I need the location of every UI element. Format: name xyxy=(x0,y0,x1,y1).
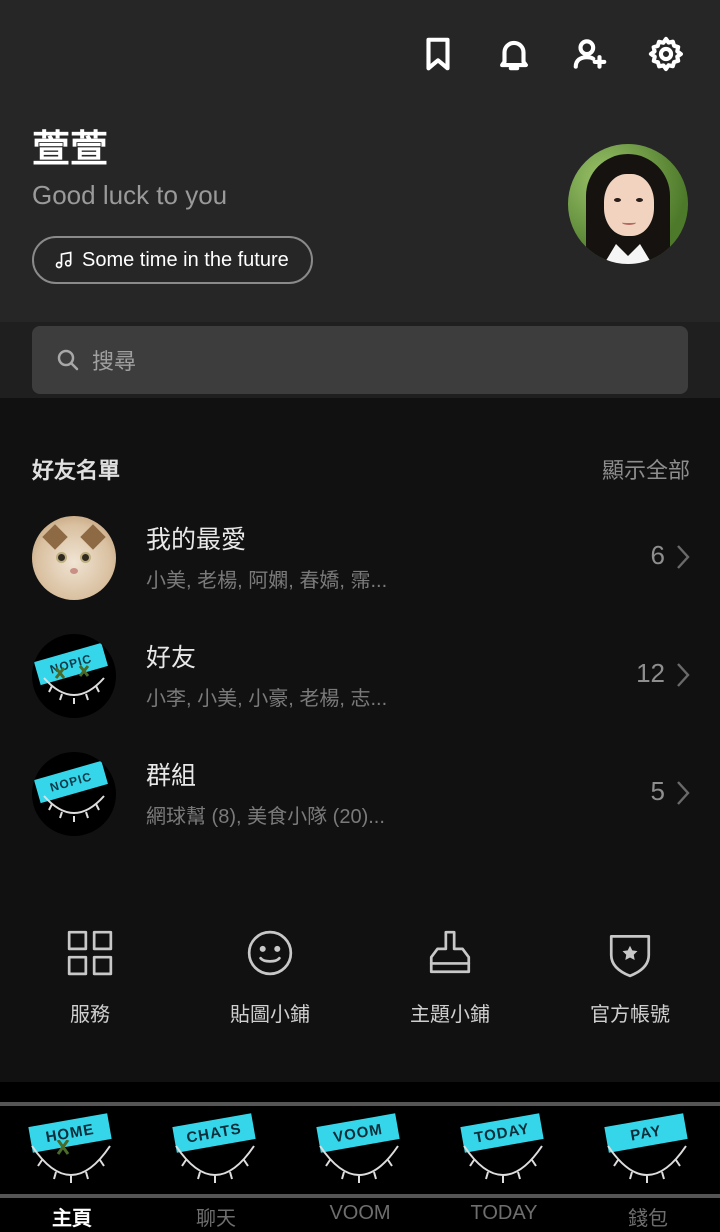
top-toolbar xyxy=(418,32,686,76)
friend-list-groups[interactable]: NOPIC 群組 網球幫 (8), 美食小隊 (20)... 5 xyxy=(0,740,720,850)
bell-icon[interactable] xyxy=(494,32,534,76)
friend-list-favorites[interactable]: 我的最愛 小美, 老楊, 阿嫻, 春嬌, 霈... 6 xyxy=(0,504,720,614)
search-input[interactable]: 搜尋 xyxy=(32,326,688,394)
tab-wallet[interactable]: PAY 錢包 xyxy=(576,1082,720,1232)
tab-home[interactable]: HOME 主頁 xyxy=(0,1082,144,1232)
tab-label: 聊天 xyxy=(196,1208,236,1230)
chevron-right-icon xyxy=(676,544,690,570)
shortcut-label: 貼圖小鋪 xyxy=(230,1004,310,1026)
profile-header: 萱萱 Good luck to you Some time in the fut… xyxy=(0,0,720,322)
shortcut-theme-shop[interactable]: 主題小鋪 xyxy=(360,920,540,1030)
list-count: 5 xyxy=(650,776,665,806)
search-bar: 搜尋 xyxy=(0,322,720,398)
tab-today[interactable]: TODAY TODAY xyxy=(432,1082,576,1232)
friend-list-friends[interactable]: NOPIC 好友 小李, 小美, 小豪, 老楊, 志... 12 xyxy=(0,622,720,732)
music-note-icon xyxy=(55,251,72,269)
nopic-avatar: NOPIC xyxy=(32,752,116,836)
tab-label: TODAY xyxy=(470,1202,538,1224)
smile-icon xyxy=(175,1145,255,1183)
shortcut-label: 主題小鋪 xyxy=(410,1004,490,1026)
tab-label: 主頁 xyxy=(52,1208,92,1230)
chevron-right-icon xyxy=(676,780,690,806)
list-count: 12 xyxy=(636,658,665,688)
friends-section-title: 好友名單 xyxy=(32,458,121,483)
list-title: 群組 xyxy=(146,762,197,790)
list-count: 6 xyxy=(650,540,665,570)
smile-icon xyxy=(607,1145,687,1183)
tab-label: 錢包 xyxy=(628,1208,668,1230)
tab-voom[interactable]: VOOM VOOM xyxy=(288,1082,432,1232)
shortcut-services[interactable]: 服務 xyxy=(0,920,180,1030)
profile-music-button[interactable]: Some time in the future xyxy=(32,236,313,284)
chevron-right-icon xyxy=(676,662,690,688)
list-title: 好友 xyxy=(146,644,197,672)
shortcut-label: 官方帳號 xyxy=(590,1004,670,1026)
grid-icon xyxy=(67,930,113,976)
profile-name[interactable]: 萱萱 xyxy=(32,118,108,173)
shield-star-icon xyxy=(609,934,651,978)
list-title: 我的最愛 xyxy=(146,526,247,554)
smiley-icon xyxy=(247,930,293,976)
list-members: 網球幫 (8), 美食小隊 (20)... xyxy=(146,806,385,828)
favorites-avatar xyxy=(32,516,116,600)
profile-avatar[interactable] xyxy=(568,144,688,264)
nopic-avatar: NOPIC xyxy=(32,634,116,718)
tab-chats[interactable]: CHATS 聊天 xyxy=(144,1082,288,1232)
status-message[interactable]: Good luck to you xyxy=(32,180,227,211)
smile-icon xyxy=(463,1145,543,1183)
shortcut-sticker-shop[interactable]: 貼圖小鋪 xyxy=(180,920,360,1030)
bottom-navigation: HOME 主頁 CHATS 聊天 VOOM VOOM TODAY TODAY P… xyxy=(0,1082,720,1232)
brush-icon xyxy=(429,930,471,974)
shortcut-label: 服務 xyxy=(70,1004,110,1026)
search-icon xyxy=(57,349,79,371)
profile-music-label: Some time in the future xyxy=(82,248,289,271)
smile-icon xyxy=(319,1145,399,1183)
list-members: 小李, 小美, 小豪, 老楊, 志... xyxy=(146,688,388,710)
list-members: 小美, 老楊, 阿嫻, 春嬌, 霈... xyxy=(146,570,388,592)
add-friend-icon[interactable] xyxy=(570,32,610,76)
smile-icon xyxy=(31,1140,111,1183)
shortcut-official-accounts[interactable]: 官方帳號 xyxy=(540,920,720,1030)
search-placeholder: 搜尋 xyxy=(92,349,137,374)
settings-gear-icon[interactable] xyxy=(646,32,686,76)
shortcut-bar: 服務 貼圖小鋪 主題小鋪 官方帳號 xyxy=(0,920,720,1030)
tab-label: VOOM xyxy=(329,1202,391,1224)
show-all-link[interactable]: 顯示全部 xyxy=(602,453,690,485)
bookmark-icon[interactable] xyxy=(418,32,458,76)
